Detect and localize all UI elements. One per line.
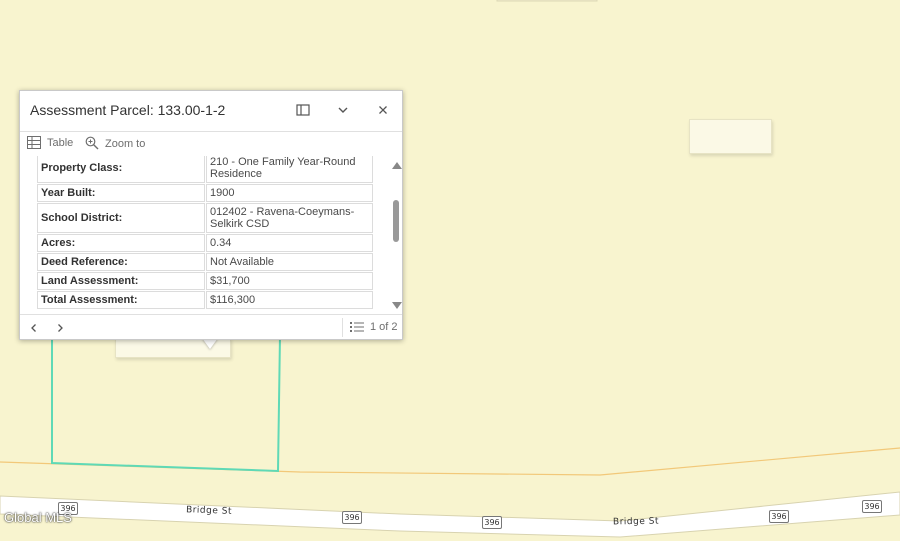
attribute-label: Acres:: [37, 234, 205, 252]
table-row: Property Class: 210 - One Family Year-Ro…: [37, 156, 373, 183]
scrollbar[interactable]: [391, 156, 402, 312]
attribute-label: Deed Reference:: [37, 253, 205, 271]
attribute-value: Not Available: [206, 253, 373, 271]
scroll-thumb[interactable]: [393, 200, 399, 242]
table-row: Total Assessment: $116,300: [37, 291, 373, 309]
pager-label: 1 of 2: [370, 321, 398, 333]
attribute-table: Property Class: 210 - One Family Year-Ro…: [36, 156, 374, 310]
popup-title: Assessment Parcel: 133.00-1-2: [30, 102, 226, 118]
zoom-to-action[interactable]: Zoom to: [85, 136, 145, 150]
attribute-value: 210 - One Family Year-Round Residence: [206, 156, 373, 183]
attribute-label: Total Assessment:: [37, 291, 205, 309]
road-label: Bridge St: [612, 516, 660, 528]
route-shield: 396: [342, 511, 362, 524]
road-label: Bridge St: [185, 505, 233, 517]
building-footprint: [689, 119, 772, 154]
table-icon: [27, 136, 41, 149]
popup-header: Assessment Parcel: 133.00-1-2: [20, 91, 402, 129]
table-row: School District: 012402 - Ravena-Coeyman…: [37, 203, 373, 233]
table-label: Table: [47, 137, 74, 149]
attribute-value: $116,300: [206, 291, 373, 309]
popup-footer: 1 of 2: [20, 314, 402, 340]
scroll-down-icon[interactable]: [392, 302, 402, 309]
zoom-in-icon: [85, 136, 99, 150]
attribute-value: 012402 - Ravena-Coeymans-Selkirk CSD: [206, 203, 373, 233]
table-action[interactable]: Table: [27, 136, 73, 149]
table-row: Acres: 0.34: [37, 234, 373, 252]
attribute-value: 0.34: [206, 234, 373, 252]
chevron-right-icon[interactable]: [54, 321, 66, 333]
table-row: Deed Reference: Not Available: [37, 253, 373, 271]
route-shield: 396: [769, 510, 789, 523]
table-row: Year Built: 1900: [37, 184, 373, 202]
chevron-left-icon[interactable]: [28, 321, 40, 333]
attribute-value: 1900: [206, 184, 373, 202]
feature-popup: Assessment Parcel: 133.00-1-2 Table Zoom…: [19, 90, 403, 340]
route-shield: 396: [862, 500, 882, 513]
table-row: Land Assessment: $31,700: [37, 272, 373, 290]
scroll-up-icon[interactable]: [392, 162, 402, 169]
dock-icon[interactable]: [295, 102, 311, 118]
attribute-label: School District:: [37, 203, 205, 233]
divider: [342, 318, 343, 337]
popup-actions: Table Zoom to: [20, 131, 402, 156]
chevron-down-icon[interactable]: [335, 102, 351, 118]
close-icon[interactable]: [375, 102, 391, 118]
list-icon: [350, 322, 364, 332]
feature-pager[interactable]: 1 of 2: [350, 321, 398, 333]
watermark: Global MLS: [4, 510, 72, 525]
attribute-label: Land Assessment:: [37, 272, 205, 290]
popup-content[interactable]: Property Class: 210 - One Family Year-Ro…: [20, 156, 402, 312]
route-shield: 396: [482, 516, 502, 529]
attribute-label: Property Class:: [37, 156, 205, 183]
attribute-value: $31,700: [206, 272, 373, 290]
zoom-to-label: Zoom to: [105, 138, 146, 150]
attribute-label: Year Built:: [37, 184, 205, 202]
